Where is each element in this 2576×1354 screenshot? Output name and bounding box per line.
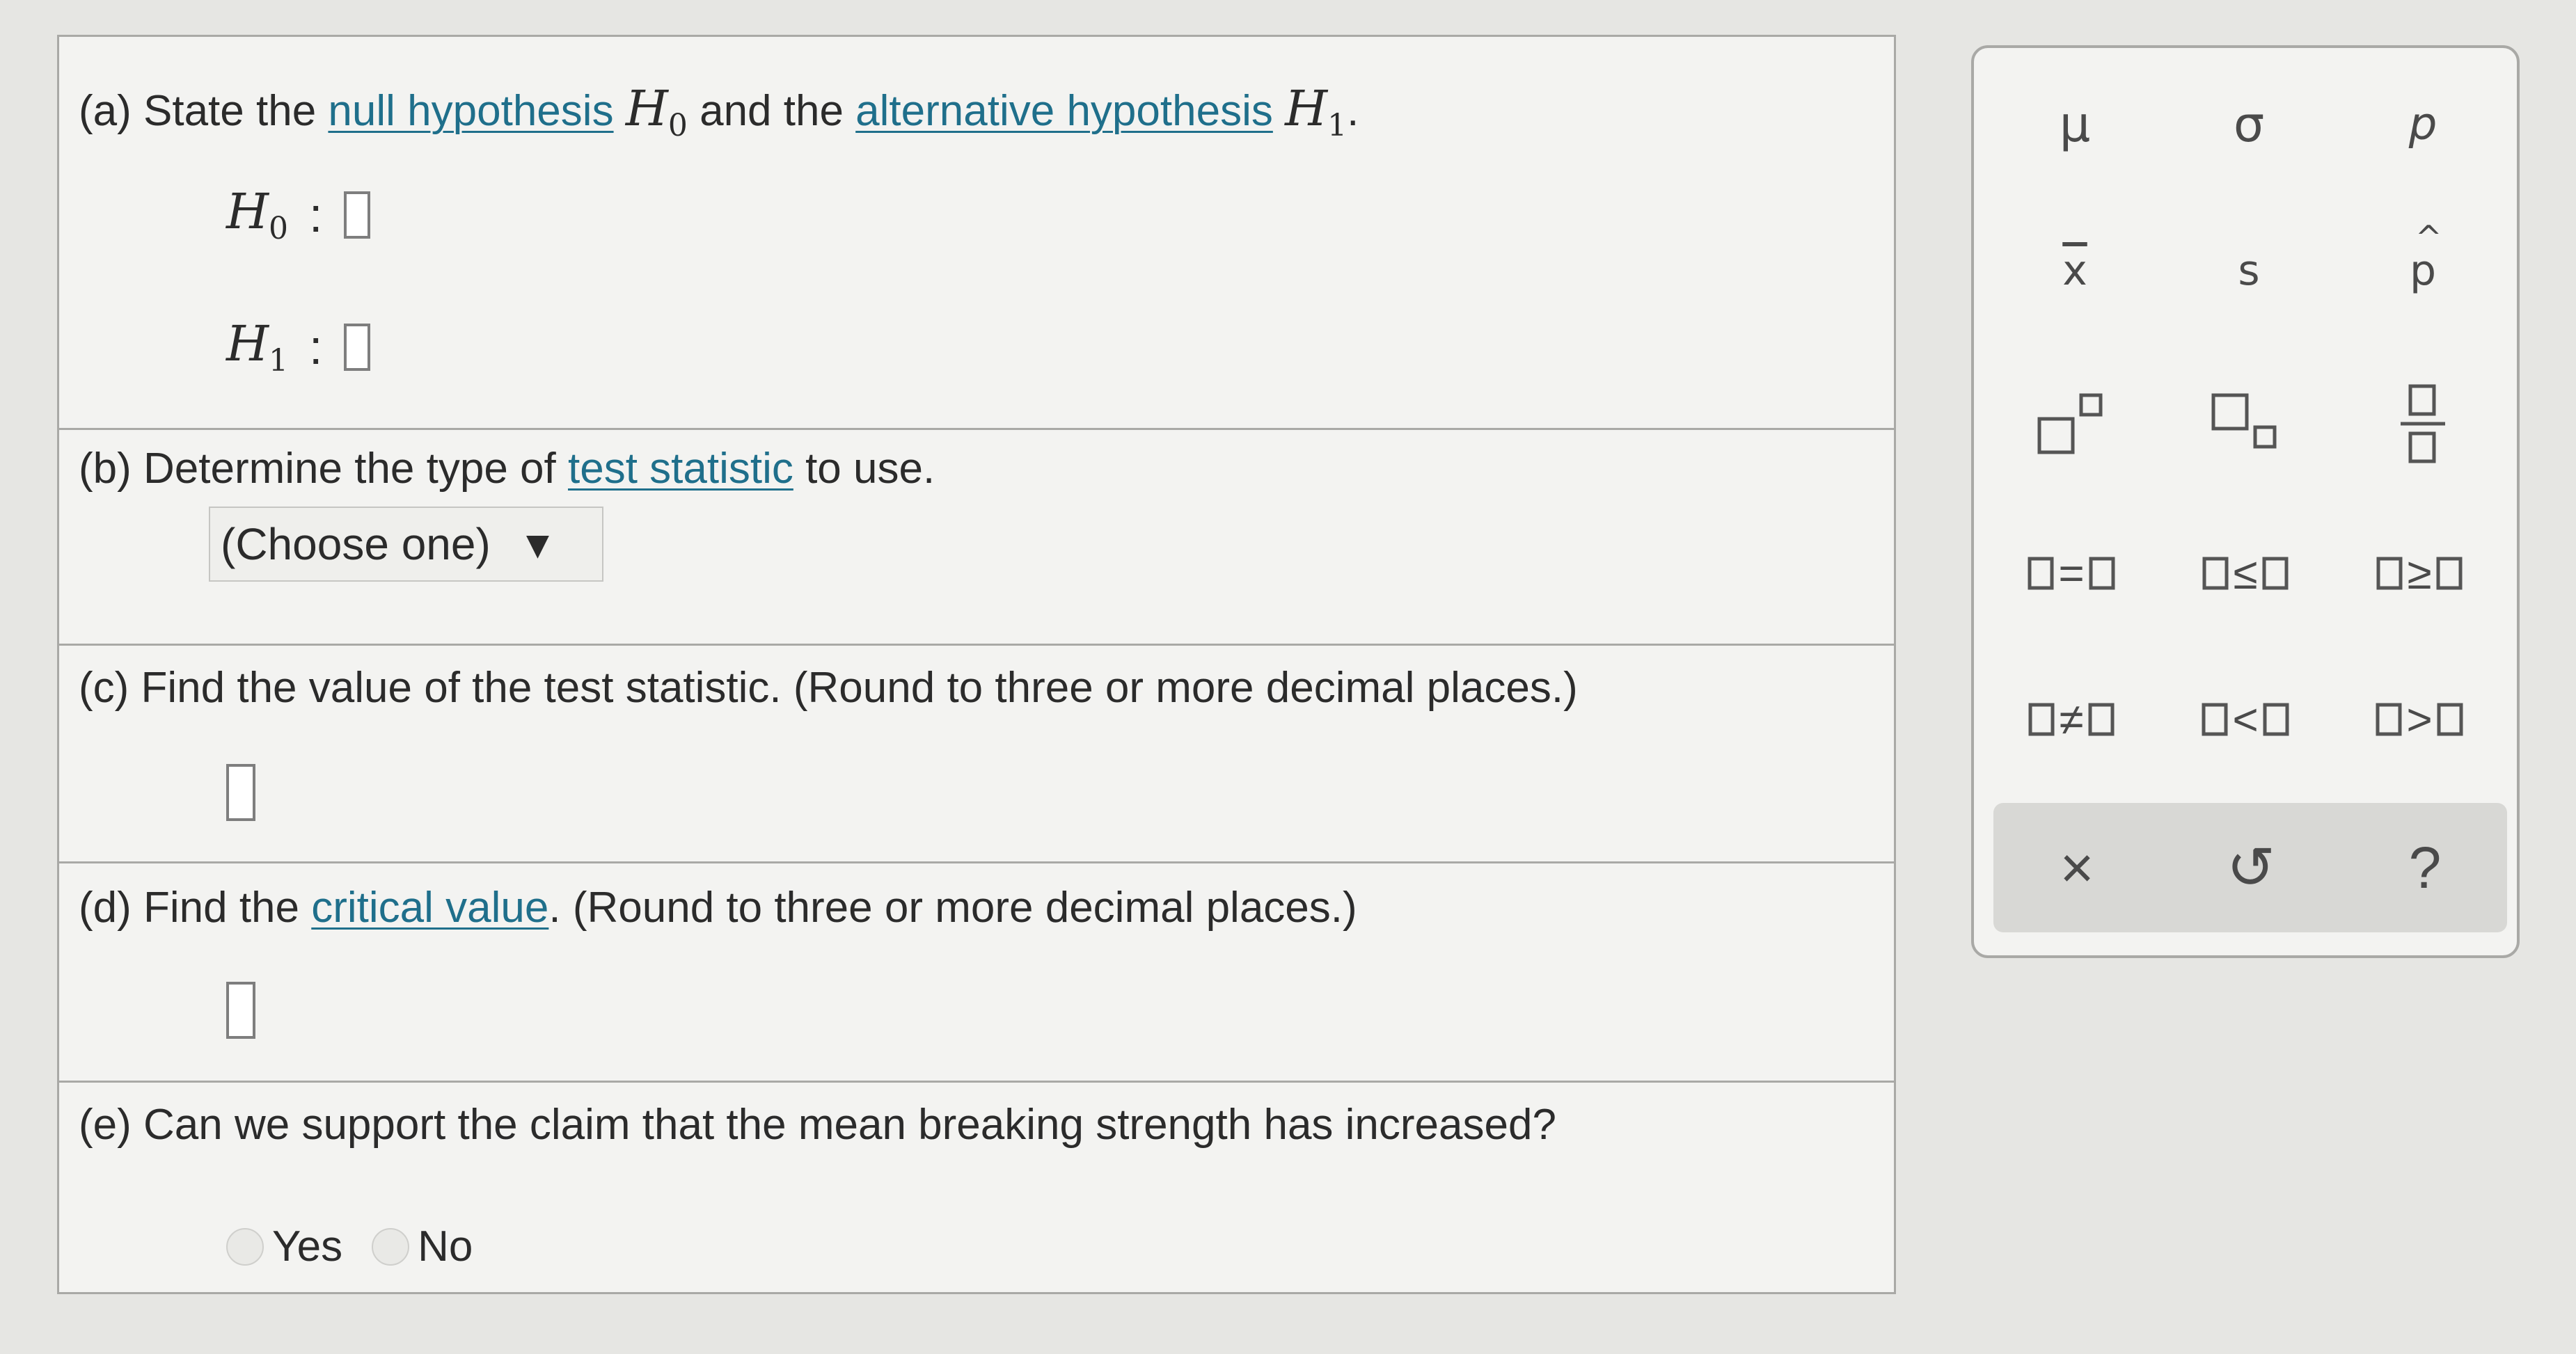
greater-than-button[interactable]: > bbox=[2336, 667, 2503, 772]
subscript-icon bbox=[2211, 393, 2277, 449]
close-icon: × bbox=[2060, 834, 2094, 900]
help-button[interactable]: ? bbox=[2355, 815, 2495, 920]
null-hypothesis-link[interactable]: null hypothesis bbox=[328, 87, 613, 135]
part-b-prompt: (b) Determine the type of test statistic… bbox=[79, 445, 935, 493]
less-equal-button[interactable]: ≤ bbox=[2162, 521, 2329, 626]
superscript-button[interactable] bbox=[2005, 372, 2144, 476]
part-e-prompt: (e) Can we support the claim that the me… bbox=[79, 1101, 1556, 1149]
fraction-icon bbox=[2401, 384, 2445, 463]
undo-icon: ↺ bbox=[2226, 835, 2276, 900]
fraction-button[interactable] bbox=[2353, 372, 2492, 476]
no-radio[interactable] bbox=[372, 1227, 410, 1266]
test-statistic-link[interactable]: test statistic bbox=[568, 445, 793, 493]
h1-label: H1 bbox=[226, 315, 289, 379]
part-b-section: (b) Determine the type of test statistic… bbox=[59, 430, 1894, 646]
part-c-prompt: (c) Find the value of the test statistic… bbox=[79, 664, 1578, 712]
h1-symbol: H1 bbox=[1285, 80, 1348, 143]
clear-button[interactable]: × bbox=[2007, 815, 2147, 920]
h0-row: H0 : bbox=[226, 183, 370, 246]
mu-button[interactable]: μ bbox=[2005, 72, 2144, 177]
greater-equal-button[interactable]: ≥ bbox=[2336, 521, 2503, 626]
part-d-prompt: (d) Find the critical value. (Round to t… bbox=[79, 884, 1357, 932]
p-button[interactable]: p bbox=[2353, 72, 2492, 177]
test-statistic-input[interactable] bbox=[226, 764, 255, 821]
h1-input[interactable] bbox=[343, 323, 370, 371]
not-equal-button[interactable]: ≠ bbox=[1988, 667, 2155, 772]
alternative-hypothesis-link[interactable]: alternative hypothesis bbox=[855, 87, 1273, 135]
s-button[interactable]: s bbox=[2179, 218, 2318, 323]
part-a-section: (a) State the null hypothesis H0 and the… bbox=[59, 37, 1894, 430]
symbol-palette: μ σ p x s ^ p = ≤ ≥ ≠ < > × ↺ ? bbox=[1971, 45, 2520, 958]
select-value: (Choose one) bbox=[221, 519, 491, 569]
palette-toolbar: × ↺ ? bbox=[1993, 803, 2507, 932]
part-c-section: (c) Find the value of the test statistic… bbox=[59, 646, 1894, 863]
p-hat-button[interactable]: ^ p bbox=[2353, 218, 2492, 323]
superscript-icon bbox=[2037, 393, 2103, 454]
no-label: No bbox=[418, 1222, 473, 1271]
equals-button[interactable]: = bbox=[1988, 521, 2155, 626]
h0-symbol: H0 bbox=[625, 80, 688, 143]
yes-radio[interactable] bbox=[226, 1227, 264, 1266]
yes-label: Yes bbox=[272, 1222, 343, 1271]
part-e-section: (e) Can we support the claim that the me… bbox=[59, 1083, 1894, 1293]
help-icon: ? bbox=[2408, 834, 2442, 900]
h0-input[interactable] bbox=[343, 191, 370, 239]
critical-value-input[interactable] bbox=[226, 982, 255, 1039]
x-bar-button[interactable]: x bbox=[2005, 218, 2144, 323]
undo-button[interactable]: ↺ bbox=[2181, 815, 2321, 920]
part-a-prompt: (a) State the null hypothesis H0 and the… bbox=[79, 80, 1359, 143]
critical-value-link[interactable]: critical value bbox=[311, 884, 548, 932]
part-a-mid: and the bbox=[687, 87, 856, 135]
less-than-button[interactable]: < bbox=[2162, 667, 2329, 772]
yes-no-radio-group: Yes No bbox=[226, 1222, 473, 1271]
question-box: (a) State the null hypothesis H0 and the… bbox=[57, 35, 1896, 1294]
part-d-section: (d) Find the critical value. (Round to t… bbox=[59, 863, 1894, 1083]
h0-label: H0 bbox=[226, 183, 289, 246]
sigma-button[interactable]: σ bbox=[2179, 72, 2318, 177]
test-statistic-select[interactable]: (Choose one) ▼ bbox=[209, 507, 603, 582]
part-a-prefix: (a) State the bbox=[79, 87, 329, 135]
subscript-button[interactable] bbox=[2179, 372, 2318, 476]
h1-row: H1 : bbox=[226, 315, 370, 379]
dropdown-arrow-icon: ▼ bbox=[518, 522, 558, 566]
